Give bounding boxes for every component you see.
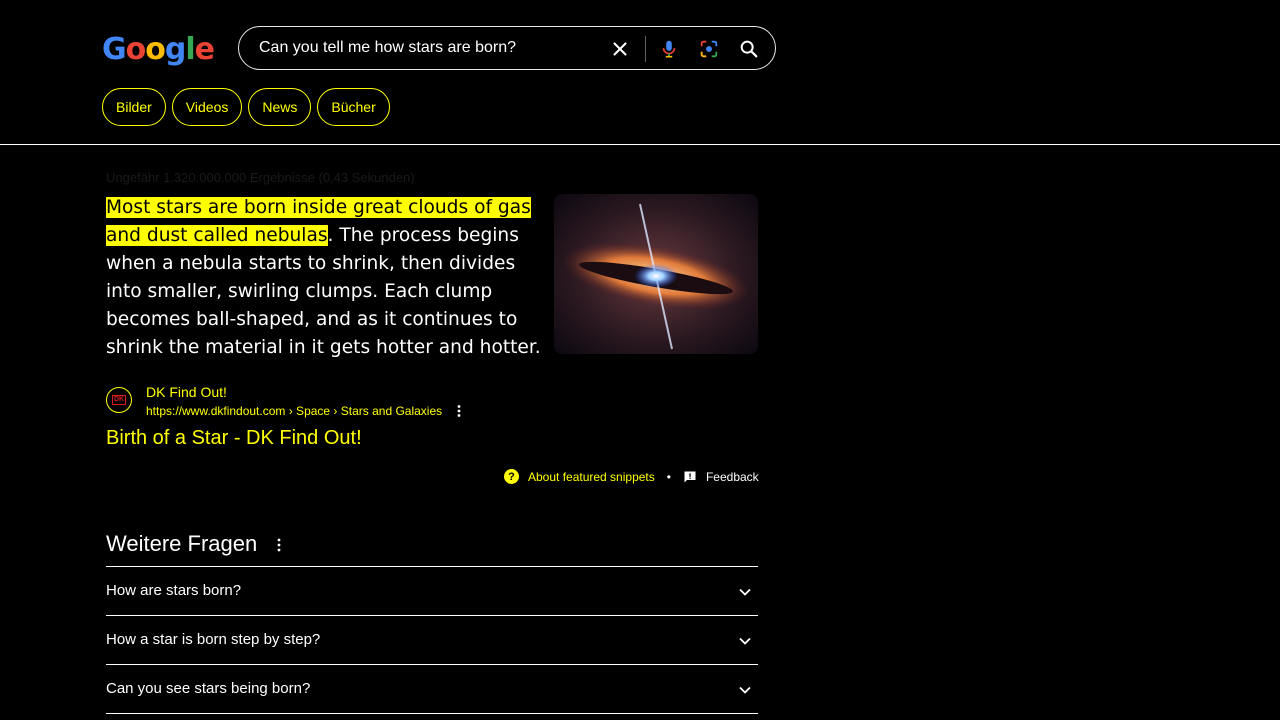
paa-question[interactable]: Can you see stars being born?	[106, 680, 310, 697]
logo-letter: l	[185, 32, 195, 67]
microphone-icon[interactable]	[658, 38, 680, 60]
chevron-down-icon[interactable]	[737, 682, 753, 698]
result-title-link[interactable]: Birth of a Star - DK Find Out!	[106, 427, 362, 450]
logo-letter: e	[194, 32, 215, 67]
paa-question[interactable]: How are stars born?	[106, 582, 241, 599]
feedback-icon	[684, 471, 696, 482]
chip-news[interactable]: News	[248, 88, 312, 126]
star-birth-image	[554, 194, 758, 354]
about-featured-snippets-link[interactable]: About featured snippets	[528, 470, 655, 484]
filter-chips: Bilder Videos News Bücher	[102, 88, 390, 126]
search-box[interactable]: Can you tell me how stars are born?	[238, 26, 776, 70]
paa-divider	[106, 664, 758, 665]
snippet-highlight: Most stars are born inside great clouds …	[106, 197, 531, 218]
close-icon[interactable]	[609, 38, 631, 60]
help-icon: ?	[504, 469, 519, 484]
paa-more-options-icon[interactable]	[272, 537, 286, 553]
chip-bilder[interactable]: Bilder	[102, 88, 166, 126]
chevron-down-icon[interactable]	[737, 584, 753, 600]
chip-videos[interactable]: Videos	[171, 88, 243, 126]
google-logo[interactable]: Google	[102, 32, 215, 67]
chevron-down-icon[interactable]	[737, 633, 753, 649]
logo-letter: o	[125, 32, 147, 67]
source-favicon[interactable]: DK	[106, 387, 132, 413]
snippet-highlight: and dust called nebulas	[106, 225, 328, 246]
more-options-icon[interactable]	[452, 404, 466, 418]
paa-divider	[106, 615, 758, 616]
source-name[interactable]: DK Find Out!	[146, 384, 227, 400]
paa-question[interactable]: How a star is born step by step?	[106, 631, 320, 648]
result-stats: Ungefähr 1.320.000.000 Ergebnisse (0,43 …	[106, 170, 415, 185]
header-divider	[0, 144, 1280, 145]
source-url[interactable]: https://www.dkfindout.com › Space › Star…	[146, 404, 442, 418]
logo-letter: g	[164, 32, 187, 67]
featured-snippet-text: Most stars are born inside great clouds …	[106, 194, 546, 362]
snippet-footer: ? About featured snippets • Feedback	[504, 469, 759, 484]
paa-divider	[106, 713, 758, 714]
feedback-link[interactable]: Feedback	[706, 470, 759, 484]
search-divider	[645, 36, 646, 62]
logo-letter: G	[102, 32, 127, 67]
search-icon[interactable]	[738, 38, 760, 60]
search-input[interactable]: Can you tell me how stars are born?	[259, 39, 516, 57]
logo-letter: o	[145, 32, 166, 67]
footer-separator: •	[666, 469, 671, 484]
snippet-thumbnail[interactable]	[554, 194, 758, 354]
paa-heading: Weitere Fragen	[106, 531, 258, 556]
lens-icon[interactable]	[698, 38, 720, 60]
chip-buecher[interactable]: Bücher	[317, 88, 390, 126]
paa-divider	[106, 566, 758, 567]
